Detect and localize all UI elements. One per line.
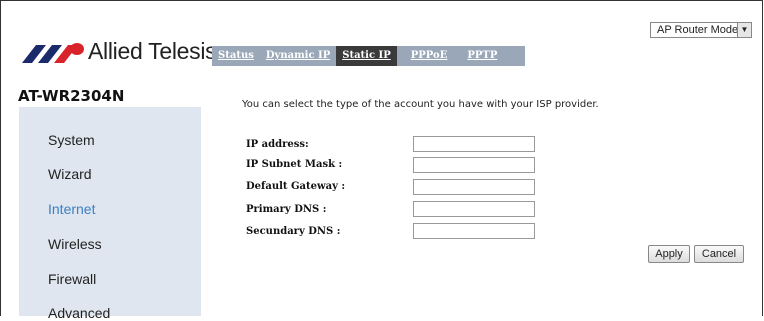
tab-static-ip[interactable]: Static IP [336, 46, 397, 66]
subnet-mask-label: IP Subnet Mask : [246, 159, 343, 170]
sidebar-item-firewall[interactable]: Firewall [48, 271, 96, 287]
device-model: AT-WR2304N [18, 87, 125, 105]
sidebar-item-wireless[interactable]: Wireless [48, 236, 102, 252]
primary-dns-label: Primary DNS : [246, 204, 327, 215]
router-mode-select[interactable]: AP Router Mode ▼ [650, 22, 752, 38]
secondary-dns-input[interactable] [413, 223, 535, 239]
allied-telesis-logo-icon [22, 42, 84, 63]
secondary-dns-label: Secundary DNS : [246, 226, 341, 237]
tab-dynamic-ip[interactable]: Dynamic IP [260, 46, 336, 66]
default-gateway-label: Default Gateway : [246, 181, 346, 192]
sidebar-item-advanced[interactable]: Advanced [48, 305, 110, 321]
ip-address-input[interactable] [413, 136, 535, 152]
tab-bar: Status Dynamic IP Static IP PPPoE PPTP [212, 46, 525, 66]
cancel-button[interactable]: Cancel [694, 245, 744, 263]
brand-name: Allied Telesis [88, 38, 217, 64]
sidebar-item-wizard[interactable]: Wizard [48, 166, 92, 182]
tab-pptp[interactable]: PPTP [461, 46, 503, 66]
apply-button[interactable]: Apply [648, 245, 690, 263]
default-gateway-input[interactable] [413, 179, 535, 195]
sidebar: System Wizard Internet Wireless Firewall… [19, 107, 201, 321]
router-mode-value: AP Router Mode [657, 24, 739, 36]
primary-dns-input[interactable] [413, 201, 535, 217]
brand-logo: Allied Telesis [22, 38, 217, 65]
tab-status[interactable]: Status [212, 46, 260, 66]
sidebar-item-system[interactable]: System [48, 132, 95, 148]
isp-info-text: You can select the type of the account y… [242, 99, 599, 110]
chevron-down-icon[interactable]: ▼ [737, 23, 751, 37]
subnet-mask-input[interactable] [413, 157, 535, 173]
tab-pppoe[interactable]: PPPoE [405, 46, 454, 66]
sidebar-item-internet[interactable]: Internet [48, 201, 95, 217]
ip-address-label: IP address: [246, 139, 309, 150]
